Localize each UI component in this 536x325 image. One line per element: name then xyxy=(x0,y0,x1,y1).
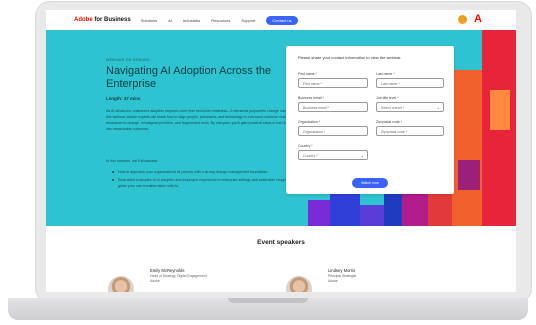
speaker-name: Lindsey Morris xyxy=(328,268,356,273)
first-name-placeholder: First name * xyxy=(303,82,322,86)
hero-section: WEBINAR ON DEMAND Navigating AI Adoption… xyxy=(46,30,516,226)
brand-logo[interactable]: Adobe for Business xyxy=(74,17,131,23)
zip-code-placeholder: Zip/postal code * xyxy=(381,130,408,134)
nav-item-support[interactable]: Support xyxy=(241,18,255,23)
decorative-block xyxy=(452,70,482,226)
first-name-label: First name * xyxy=(298,72,317,76)
speaker-photo xyxy=(108,276,134,292)
country-select[interactable]: Country * ⌄ xyxy=(298,150,368,160)
first-name-field[interactable]: First name * xyxy=(298,78,368,88)
speaker-photo xyxy=(286,276,312,292)
session-heading: In this session, we'll showcase: xyxy=(106,159,159,163)
session-bullets: How to approach your organization's AI j… xyxy=(112,169,302,191)
speaker-company: Adobe xyxy=(328,279,338,283)
registration-form: Please share your contact information to… xyxy=(286,46,454,194)
nav-item-industries[interactable]: Industries xyxy=(183,18,200,23)
nav-item-ai[interactable]: AI xyxy=(168,18,172,23)
user-avatar[interactable] xyxy=(458,15,467,24)
speakers-heading: Event speakers xyxy=(257,239,305,246)
top-navigation: Adobe for Business Solutions AI Industri… xyxy=(46,10,516,30)
decorative-block xyxy=(308,200,330,226)
business-email-placeholder: Business email * xyxy=(303,106,329,110)
decorative-block xyxy=(458,160,480,190)
speaker-company: Adobe xyxy=(150,279,160,283)
adobe-logo-icon[interactable]: A xyxy=(474,13,482,25)
job-level-placeholder: Select a level * xyxy=(381,106,405,110)
last-name-field[interactable]: Last name * xyxy=(376,78,444,88)
browser-screen: Adobe for Business Solutions AI Industri… xyxy=(46,10,516,292)
webinar-length: Length: 47 mins xyxy=(106,96,141,101)
form-heading: Please share your contact information to… xyxy=(298,55,402,60)
hero-description: As AI advances, customers adoption requi… xyxy=(106,109,306,131)
decorative-block xyxy=(330,190,360,226)
speaker-name: Emily McReynolds xyxy=(150,268,185,273)
laptop-notch xyxy=(228,298,308,303)
business-email-field[interactable]: Business email * xyxy=(298,102,368,112)
hero-eyebrow: WEBINAR ON DEMAND xyxy=(106,58,150,62)
session-bullet: How to approach your organization's AI j… xyxy=(112,169,302,175)
brand-name: Adobe xyxy=(74,17,93,23)
page-title: Navigating AI Adoption Across the Enterp… xyxy=(106,65,272,90)
zip-code-label: Zip/postal code * xyxy=(376,120,403,124)
decorative-block xyxy=(490,90,510,130)
zip-code-field[interactable]: Zip/postal code * xyxy=(376,126,444,136)
country-label: Country * xyxy=(298,144,313,148)
last-name-placeholder: Last name * xyxy=(381,82,400,86)
organization-placeholder: Organization * xyxy=(303,130,326,134)
country-placeholder: Country * xyxy=(303,154,318,158)
contact-us-button[interactable]: Contact us xyxy=(266,15,298,25)
session-bullet: Real-world examples of AI adoption and e… xyxy=(112,177,302,189)
business-email-label: Business email * xyxy=(298,96,324,100)
decorative-block xyxy=(360,205,384,226)
brand-suffix: for Business xyxy=(94,17,131,23)
job-level-label: Job title level * xyxy=(376,96,399,100)
last-name-label: Last name * xyxy=(376,72,395,76)
chevron-down-icon: ⌄ xyxy=(436,105,440,110)
watch-now-button[interactable]: Watch now xyxy=(352,178,388,188)
organization-field[interactable]: Organization * xyxy=(298,126,368,136)
nav-item-resources[interactable]: Resources xyxy=(211,18,230,23)
organization-label: Organization * xyxy=(298,120,321,124)
chevron-down-icon: ⌄ xyxy=(360,153,364,158)
nav-item-solutions[interactable]: Solutions xyxy=(141,18,157,23)
job-level-select[interactable]: Select a level * ⌄ xyxy=(376,102,444,112)
